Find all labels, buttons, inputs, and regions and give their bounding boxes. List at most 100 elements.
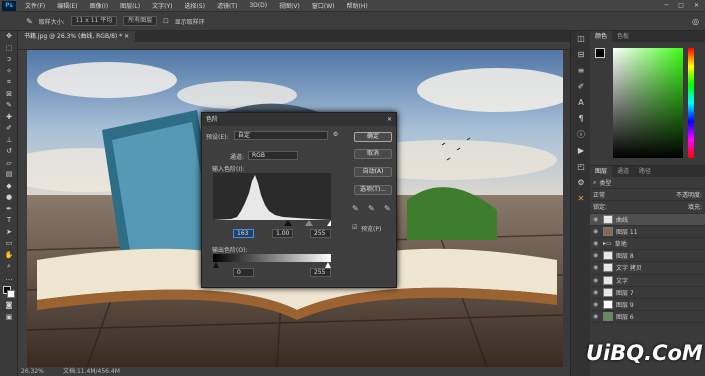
tab-swatches[interactable]: 色板 bbox=[612, 31, 634, 42]
menu-layer[interactable]: 图层(L) bbox=[114, 1, 146, 10]
input-slider-track[interactable] bbox=[213, 220, 331, 226]
menu-3d[interactable]: 3D(D) bbox=[243, 2, 273, 9]
output-white-field[interactable]: 255 bbox=[310, 268, 331, 277]
layer-row[interactable]: ◉ 文字 拷贝 bbox=[590, 262, 705, 275]
tab-paths[interactable]: 路径 bbox=[634, 166, 656, 177]
white-point-slider[interactable] bbox=[327, 220, 331, 226]
gradient-tool-icon[interactable]: ▤ bbox=[0, 169, 18, 181]
brush-tool-icon[interactable]: ✐ bbox=[0, 123, 18, 135]
close-icon[interactable]: ✕ bbox=[694, 2, 699, 9]
layer-row[interactable]: ◉ 图层 9 bbox=[590, 299, 705, 312]
layer-group-row[interactable]: ◉ ▸▭ 草地 bbox=[590, 238, 705, 251]
menu-window[interactable]: 窗口(W) bbox=[306, 1, 341, 10]
menu-file[interactable]: 文件(F) bbox=[19, 1, 51, 10]
color-swatches-icon[interactable] bbox=[0, 284, 18, 300]
vertical-scrollbar[interactable] bbox=[563, 50, 570, 367]
close-icon[interactable]: ✕ bbox=[387, 113, 392, 126]
layer-row[interactable]: ◉ 文字 bbox=[590, 275, 705, 287]
pen-tool-icon[interactable]: ✒ bbox=[0, 204, 18, 216]
info-panel-icon[interactable]: ⓘ bbox=[571, 127, 591, 143]
layer-row[interactable]: ◉ 图层 6 bbox=[590, 311, 705, 324]
dodge-tool-icon[interactable]: ● bbox=[0, 192, 18, 204]
visibility-eye-icon[interactable]: ◉ bbox=[593, 252, 600, 259]
layer-kind-filter[interactable]: 类型 bbox=[599, 178, 611, 187]
preset-options-gear-icon[interactable]: ⚙ bbox=[333, 131, 338, 138]
preview-checkbox[interactable]: ☑ bbox=[352, 224, 357, 231]
maximize-icon[interactable]: □ bbox=[678, 2, 684, 9]
preset-select[interactable]: 自定 bbox=[234, 131, 328, 140]
output-black-slider[interactable] bbox=[213, 262, 219, 268]
tab-layers[interactable]: 图层 bbox=[590, 166, 613, 177]
hand-tool-icon[interactable]: ✋ bbox=[0, 250, 18, 262]
document-tab[interactable]: 书籍.jpg @ 26.3% (曲线, RGB/8) * ✕ bbox=[18, 31, 136, 42]
auto-button[interactable]: 自动(A) bbox=[354, 167, 392, 177]
timeline-panel-icon[interactable]: ⚙ bbox=[571, 175, 591, 191]
visibility-eye-icon[interactable]: ◉ bbox=[593, 240, 600, 247]
minimize-icon[interactable]: ─ bbox=[665, 2, 669, 9]
black-eyedropper-icon[interactable]: ✎ bbox=[352, 204, 359, 213]
show-ring-checkbox[interactable]: ☐ bbox=[163, 18, 168, 25]
actions-panel-icon[interactable]: ▶ bbox=[571, 143, 591, 159]
input-mid-field[interactable]: 1.00 bbox=[272, 229, 293, 238]
transform-icon[interactable]: ✕ bbox=[571, 191, 591, 207]
crop-tool-icon[interactable]: ⌗ bbox=[0, 77, 18, 89]
hue-slider[interactable] bbox=[688, 48, 694, 158]
visibility-eye-icon[interactable]: ◉ bbox=[593, 277, 600, 284]
layer-row[interactable]: ◉ 图层 8 bbox=[590, 250, 705, 263]
paragraph-panel-icon[interactable]: ¶ bbox=[571, 111, 591, 127]
stamp-tool-icon[interactable]: ⊥ bbox=[0, 135, 18, 147]
black-point-slider[interactable] bbox=[284, 220, 292, 226]
channel-select[interactable]: RGB bbox=[248, 151, 298, 160]
eraser-tool-icon[interactable]: ▱ bbox=[0, 158, 18, 170]
healing-tool-icon[interactable]: ✚ bbox=[0, 112, 18, 124]
blend-mode-select[interactable]: 正常 bbox=[593, 190, 605, 199]
menu-select[interactable]: 选择(S) bbox=[178, 1, 211, 10]
properties-panel-icon[interactable]: ≡ bbox=[571, 63, 591, 79]
more-tools-icon[interactable]: … bbox=[0, 273, 18, 285]
menu-view[interactable]: 视图(V) bbox=[273, 1, 306, 10]
color-picker-field[interactable] bbox=[613, 48, 683, 158]
menu-edit[interactable]: 编辑(E) bbox=[51, 1, 83, 10]
visibility-eye-icon[interactable]: ◉ bbox=[593, 216, 600, 223]
brush-panel-icon[interactable]: ✐ bbox=[571, 79, 591, 95]
screen-mode-icon[interactable]: ▣ bbox=[0, 312, 18, 324]
menu-help[interactable]: 帮助(H) bbox=[341, 1, 374, 10]
frame-tool-icon[interactable]: ⊠ bbox=[0, 89, 18, 101]
history-panel-icon[interactable]: ◫ bbox=[571, 31, 591, 47]
tab-color[interactable]: 颜色 bbox=[590, 31, 613, 42]
white-eyedropper-icon[interactable]: ✎ bbox=[384, 204, 391, 213]
eyedropper-tool-icon[interactable]: ✎ bbox=[0, 100, 18, 112]
tab-channels[interactable]: 通道 bbox=[612, 166, 634, 177]
menu-filter[interactable]: 滤镜(T) bbox=[211, 1, 243, 10]
cancel-button[interactable]: 取消 bbox=[354, 149, 392, 159]
ok-button[interactable]: 确定 bbox=[354, 132, 392, 142]
sample-layers-select[interactable]: 所有图层 bbox=[123, 16, 158, 26]
type-tool-icon[interactable]: T bbox=[0, 215, 18, 227]
lasso-tool-icon[interactable]: ↄ bbox=[0, 54, 18, 66]
layer-row[interactable]: ◉ 曲线 bbox=[590, 213, 705, 226]
character-panel-icon[interactable]: A bbox=[571, 95, 591, 111]
visibility-eye-icon[interactable]: ◉ bbox=[593, 313, 600, 320]
options-button[interactable]: 选项(T)... bbox=[354, 185, 392, 195]
globe-icon[interactable]: ◎ bbox=[692, 17, 699, 26]
input-white-field[interactable]: 255 bbox=[310, 229, 331, 238]
quick-select-tool-icon[interactable]: ✧ bbox=[0, 66, 18, 78]
layer-row[interactable]: ◉ 图层 7 bbox=[590, 287, 705, 299]
visibility-eye-icon[interactable]: ◉ bbox=[593, 301, 600, 308]
output-black-field[interactable]: 0 bbox=[233, 268, 254, 277]
visibility-eye-icon[interactable]: ◉ bbox=[593, 264, 600, 271]
marquee-tool-icon[interactable]: ⬚ bbox=[0, 43, 18, 55]
eyedropper-icon[interactable]: ✎ bbox=[26, 17, 33, 26]
tab-close-icon[interactable]: ✕ bbox=[124, 33, 129, 40]
move-tool-icon[interactable]: ✥ bbox=[0, 31, 18, 43]
visibility-eye-icon[interactable]: ◉ bbox=[593, 289, 600, 296]
foreground-color-swatch[interactable] bbox=[595, 48, 605, 58]
zoom-level[interactable]: 26.32% bbox=[21, 368, 44, 375]
quick-mask-icon[interactable]: ◙ bbox=[0, 300, 18, 312]
path-select-tool-icon[interactable]: ➤ bbox=[0, 227, 18, 239]
input-black-field[interactable]: 163 bbox=[233, 229, 254, 238]
sample-size-select[interactable]: 11 x 11 平均 bbox=[70, 16, 118, 26]
gray-eyedropper-icon[interactable]: ✎ bbox=[368, 204, 375, 213]
layer-row[interactable]: ◉ 图层 11 bbox=[590, 226, 705, 238]
zoom-tool-icon[interactable]: ⌕ bbox=[0, 261, 18, 273]
